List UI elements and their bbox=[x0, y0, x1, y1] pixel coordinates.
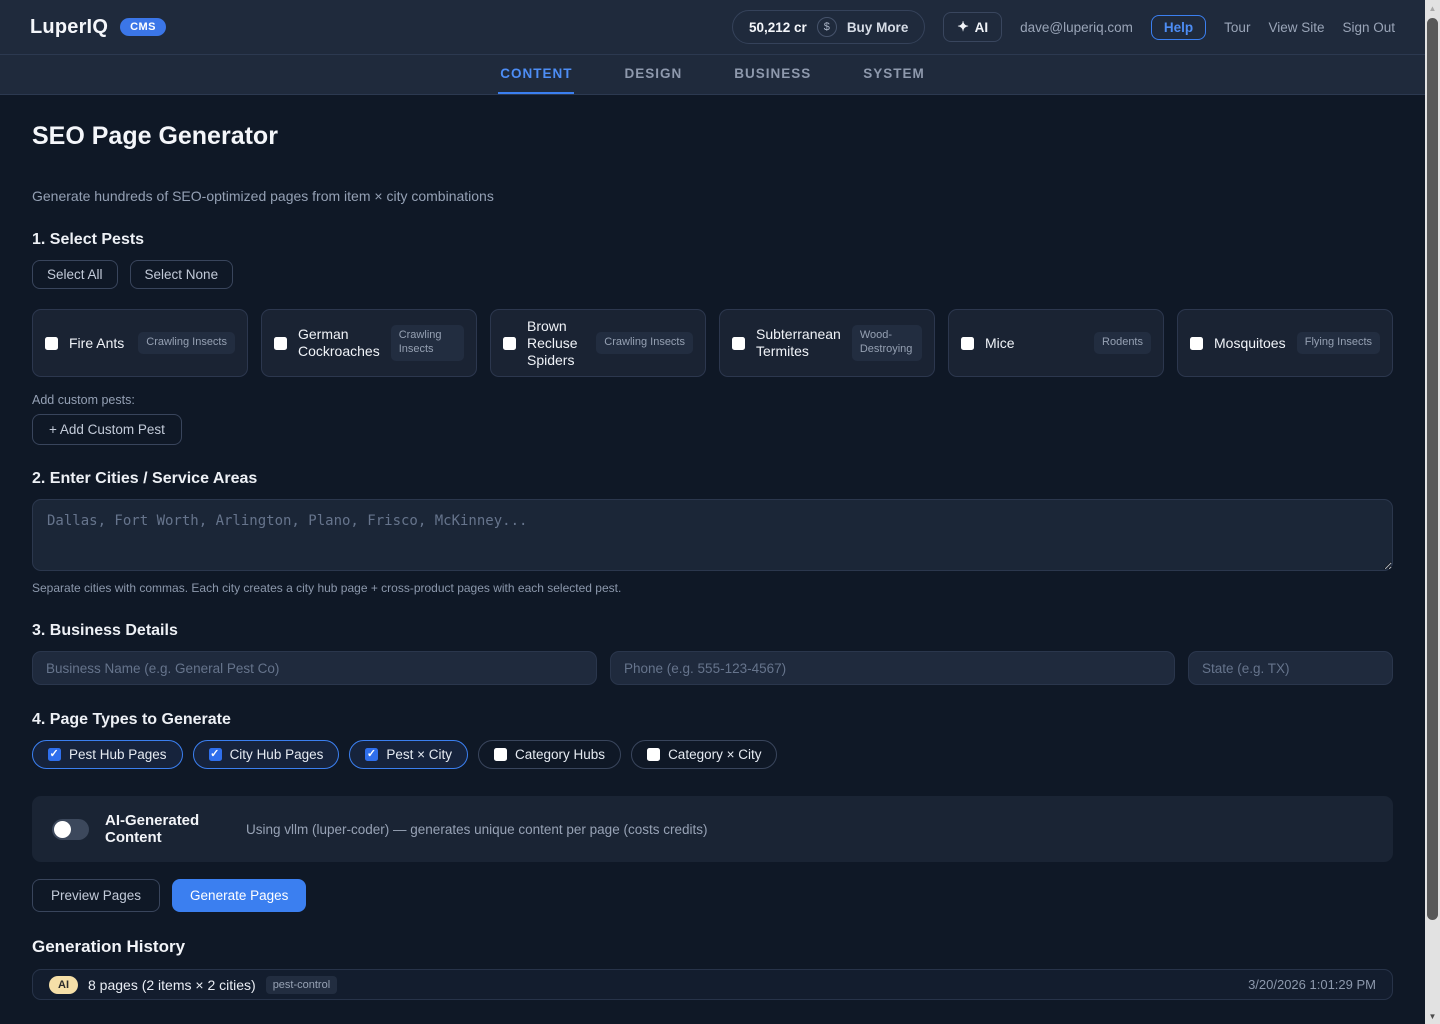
preview-pages-button[interactable]: Preview Pages bbox=[32, 879, 160, 912]
credits-amount: 50,212 cr bbox=[749, 20, 807, 35]
pest-name: German Cockroaches bbox=[298, 326, 380, 360]
tab-business[interactable]: BUSINESS bbox=[732, 55, 813, 94]
tab-content[interactable]: CONTENT bbox=[498, 55, 574, 94]
pest-checkbox[interactable] bbox=[1190, 337, 1203, 350]
generation-history-heading: Generation History bbox=[32, 937, 1393, 957]
select-all-button[interactable]: Select All bbox=[32, 260, 118, 289]
ai-button-label: AI bbox=[975, 20, 989, 35]
action-buttons: Preview Pages Generate Pages bbox=[32, 879, 1393, 912]
add-custom-pests-label: Add custom pests: bbox=[32, 393, 1393, 407]
view-site-link[interactable]: View Site bbox=[1268, 20, 1324, 35]
pest-name: Mice bbox=[985, 335, 1083, 352]
scrollbar-up-arrow-icon[interactable]: ▲ bbox=[1425, 0, 1440, 16]
main-content: SEO Page Generator Generate hundreds of … bbox=[0, 95, 1425, 1000]
pest-card-fire-ants[interactable]: Fire Ants Crawling Insects bbox=[32, 309, 248, 377]
page-type-category-x-city[interactable]: Category × City bbox=[631, 740, 777, 769]
app-logo: LuperIQ bbox=[30, 16, 108, 39]
pest-category-tag: Crawling Insects bbox=[596, 332, 693, 354]
pest-checkbox[interactable] bbox=[732, 337, 745, 350]
business-details-row bbox=[32, 651, 1393, 685]
pest-category-tag: Crawling Insects bbox=[138, 332, 235, 354]
ai-content-card: AI-Generated Content Using vllm (luper-c… bbox=[32, 796, 1393, 862]
history-entry-timestamp: 3/20/2026 1:01:29 PM bbox=[1248, 977, 1376, 992]
cms-badge: CMS bbox=[120, 18, 166, 36]
top-bar: LuperIQ CMS 50,212 cr $ Buy More ✦ AI da… bbox=[0, 0, 1425, 55]
pest-grid: Fire Ants Crawling Insects German Cockro… bbox=[32, 309, 1393, 377]
pest-category-tag: Wood-Destroying bbox=[852, 325, 922, 361]
pest-name: Mosquitoes bbox=[1214, 335, 1286, 352]
page-type-checkbox[interactable] bbox=[647, 748, 660, 761]
page-type-pest-hub-pages[interactable]: Pest Hub Pages bbox=[32, 740, 183, 769]
ai-badge: AI bbox=[49, 976, 78, 994]
pest-checkbox[interactable] bbox=[45, 337, 58, 350]
pest-name: Fire Ants bbox=[69, 335, 127, 352]
pest-select-buttons: Select All Select None bbox=[32, 260, 1393, 289]
page-types-heading: 4. Page Types to Generate bbox=[32, 711, 1393, 729]
pest-card-mosquitoes[interactable]: Mosquitoes Flying Insects bbox=[1177, 309, 1393, 377]
phone-input[interactable] bbox=[610, 651, 1175, 685]
toggle-knob bbox=[54, 821, 71, 838]
tab-system[interactable]: SYSTEM bbox=[861, 55, 927, 94]
page-type-city-hub-pages[interactable]: City Hub Pages bbox=[193, 740, 340, 769]
pest-category-tag: Crawling Insects bbox=[391, 325, 464, 361]
page-type-pest-x-city[interactable]: Pest × City bbox=[349, 740, 468, 769]
pest-card-subterranean-termites[interactable]: Subterranean Termites Wood-Destroying bbox=[719, 309, 935, 377]
page-type-checkbox[interactable] bbox=[48, 748, 61, 761]
history-entry[interactable]: AI 8 pages (2 items × 2 cities) pest-con… bbox=[32, 969, 1393, 1000]
page-type-label: Pest Hub Pages bbox=[69, 747, 167, 762]
user-email: dave@luperiq.com bbox=[1020, 20, 1133, 35]
ai-content-label: AI-Generated Content bbox=[105, 812, 210, 847]
add-custom-pest-button[interactable]: + Add Custom Pest bbox=[32, 414, 182, 445]
scrollbar[interactable]: ▲ ▼ bbox=[1425, 0, 1440, 1024]
scrollbar-down-arrow-icon[interactable]: ▼ bbox=[1425, 1008, 1440, 1024]
pest-card-mice[interactable]: Mice Rodents bbox=[948, 309, 1164, 377]
buy-more-button[interactable]: Buy More bbox=[847, 20, 909, 35]
page-type-checkbox[interactable] bbox=[209, 748, 222, 761]
ai-content-toggle[interactable] bbox=[52, 819, 89, 840]
select-none-button[interactable]: Select None bbox=[130, 260, 234, 289]
pest-name: Subterranean Termites bbox=[756, 326, 841, 360]
main-nav: CONTENT DESIGN BUSINESS SYSTEM bbox=[0, 55, 1425, 95]
app-viewport: LuperIQ CMS 50,212 cr $ Buy More ✦ AI da… bbox=[0, 0, 1425, 1024]
cities-help-text: Separate cities with commas. Each city c… bbox=[32, 581, 1393, 595]
cities-heading: 2. Enter Cities / Service Areas bbox=[32, 470, 1393, 488]
page-type-pills: Pest Hub Pages City Hub Pages Pest × Cit… bbox=[32, 740, 1393, 769]
credits-pill[interactable]: 50,212 cr $ Buy More bbox=[732, 10, 925, 44]
pest-card-brown-recluse-spiders[interactable]: Brown Recluse Spiders Crawling Insects bbox=[490, 309, 706, 377]
page-type-checkbox[interactable] bbox=[494, 748, 507, 761]
scrollbar-thumb[interactable] bbox=[1427, 18, 1438, 920]
page-subtitle: Generate hundreds of SEO-optimized pages… bbox=[32, 188, 1393, 204]
tour-link[interactable]: Tour bbox=[1224, 20, 1250, 35]
page-type-category-hubs[interactable]: Category Hubs bbox=[478, 740, 621, 769]
sign-out-link[interactable]: Sign Out bbox=[1342, 20, 1395, 35]
history-entry-text: 8 pages (2 items × 2 cities) bbox=[88, 977, 256, 993]
pest-card-german-cockroaches[interactable]: German Cockroaches Crawling Insects bbox=[261, 309, 477, 377]
ai-content-description: Using vllm (luper-coder) — generates uni… bbox=[246, 822, 707, 837]
page-type-label: Category × City bbox=[668, 747, 761, 762]
page-type-label: City Hub Pages bbox=[230, 747, 324, 762]
cities-textarea[interactable] bbox=[32, 499, 1393, 571]
tab-design[interactable]: DESIGN bbox=[622, 55, 684, 94]
page-type-label: Pest × City bbox=[386, 747, 452, 762]
dollar-icon[interactable]: $ bbox=[817, 17, 837, 37]
pest-checkbox[interactable] bbox=[961, 337, 974, 350]
page-type-checkbox[interactable] bbox=[365, 748, 378, 761]
page-type-label: Category Hubs bbox=[515, 747, 605, 762]
business-details-heading: 3. Business Details bbox=[32, 622, 1393, 640]
page-title: SEO Page Generator bbox=[32, 122, 1393, 151]
generate-pages-button[interactable]: Generate Pages bbox=[172, 879, 306, 912]
pest-checkbox[interactable] bbox=[503, 337, 516, 350]
help-button[interactable]: Help bbox=[1151, 15, 1206, 40]
pest-name: Brown Recluse Spiders bbox=[527, 318, 585, 368]
ai-assistant-button[interactable]: ✦ AI bbox=[943, 12, 1002, 42]
select-pests-heading: 1. Select Pests bbox=[32, 231, 1393, 249]
history-entry-tag: pest-control bbox=[266, 976, 337, 994]
pest-checkbox[interactable] bbox=[274, 337, 287, 350]
pest-category-tag: Flying Insects bbox=[1297, 332, 1380, 354]
sparkle-icon: ✦ bbox=[957, 19, 968, 35]
pest-category-tag: Rodents bbox=[1094, 332, 1151, 354]
state-input[interactable] bbox=[1188, 651, 1393, 685]
topbar-right-cluster: 50,212 cr $ Buy More ✦ AI dave@luperiq.c… bbox=[732, 10, 1395, 44]
business-name-input[interactable] bbox=[32, 651, 597, 685]
